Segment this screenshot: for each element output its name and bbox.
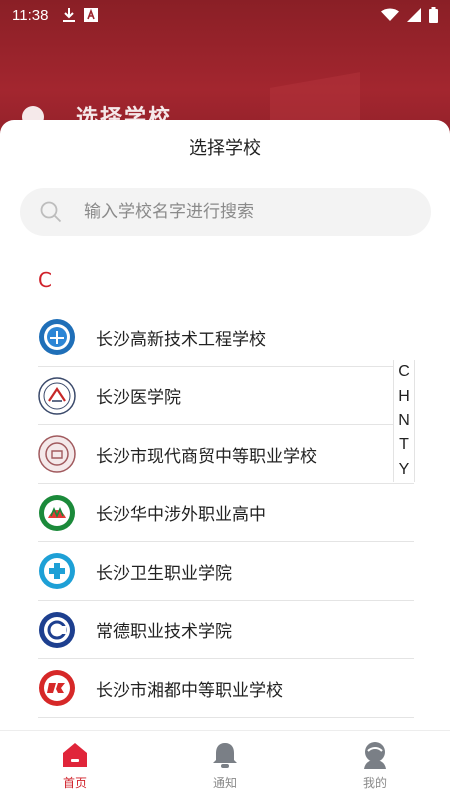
index-letter-n[interactable]: N [398,412,410,430]
nav-label-profile: 我的 [362,776,387,790]
section-header-letter: C [38,268,52,292]
school-name: 长沙市现代商贸中等职业学校 [96,446,317,467]
school-name: 常德职业技术学院 [96,622,232,643]
school-name: 长沙卫生职业学院 [96,563,232,584]
index-letter-t[interactable]: T [399,436,409,454]
nav-item-notifications[interactable]: 通知 [150,731,300,800]
home-icon [63,743,87,767]
search-input[interactable] [84,202,404,222]
alphabet-index-bar[interactable]: C H N T Y [393,360,415,482]
bell-icon [213,743,237,768]
search-icon [40,201,62,223]
school-name: 长沙市湘都中等职业学校 [96,680,283,701]
school-emblem-green-icon [39,494,75,531]
school-name: 长沙华中涉外职业高中 [96,505,266,526]
app-notification-icon [84,8,99,22]
profile-icon [364,742,386,769]
status-time: 11:38 [12,6,49,24]
school-emblem-cam-icon [38,377,76,415]
school-list-item[interactable]: 长沙高新技术工程学校 [0,308,450,367]
nav-item-profile[interactable]: 我的 [300,731,450,800]
school-emblem-cross-icon [39,553,75,590]
nav-label-notifications: 通知 [212,776,237,790]
school-emblem-blue-icon [39,319,75,356]
index-letter-c[interactable]: C [398,363,410,381]
school-list-item[interactable]: 长沙华中涉外职业高中 [0,484,450,543]
index-letter-h[interactable]: H [398,388,410,406]
school-list-item[interactable]: 长沙市湘都中等职业学校 [0,659,450,718]
school-name: 长沙医学院 [96,388,181,409]
school-picker-sheet: 选择学校 C 长沙高新技术工程学校 长沙医学院 [0,120,450,730]
school-name: 长沙高新技术工程学校 [96,329,266,350]
school-list-item[interactable]: 常德职业技术学院 [0,601,450,660]
signal-icon [407,8,421,22]
school-list: 长沙高新技术工程学校 长沙医学院 长沙市现代商贸中等职业学校 长沙华中涉外职业高… [0,308,450,718]
wifi-icon [381,8,399,21]
status-bar: 11:38 [0,0,450,30]
sheet-title: 选择学校 [189,138,261,159]
school-list-item[interactable]: 长沙卫生职业学院 [0,542,450,601]
school-emblem-brown-icon [38,435,76,473]
school-emblem-navy-icon [39,611,75,648]
download-icon [63,8,76,22]
index-letter-y[interactable]: Y [399,461,410,479]
school-list-item[interactable]: 长沙医学院 [0,367,450,426]
battery-icon [429,7,438,23]
school-list-item[interactable]: 长沙市现代商贸中等职业学校 [0,425,450,484]
search-bar[interactable] [20,188,431,236]
school-emblem-red-icon [39,670,75,707]
nav-item-home[interactable]: 首页 [0,731,150,800]
nav-label-home: 首页 [62,776,87,790]
bottom-navigation: 首页 通知 我的 [0,730,450,800]
